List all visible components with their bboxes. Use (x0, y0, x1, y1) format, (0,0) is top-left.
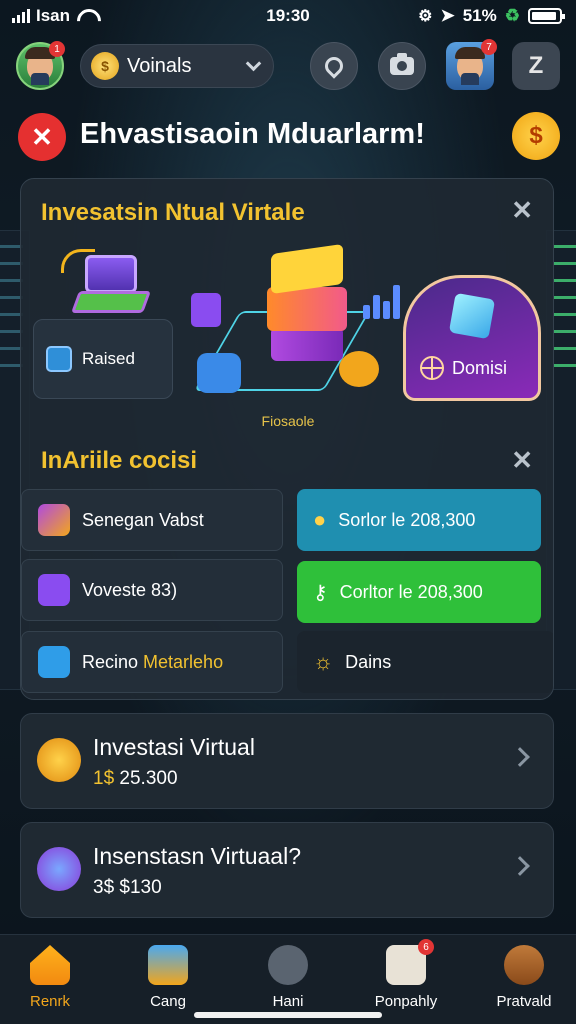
tab-label: Hani (272, 993, 304, 1010)
friend-notification-badge: 7 (481, 39, 497, 55)
sun-icon: ☼ (313, 649, 334, 674)
pencil-icon (38, 504, 70, 536)
close-button[interactable]: ✕ (18, 113, 66, 161)
action-recino[interactable]: Recino Metarleho (21, 631, 283, 693)
page-title: Ehvastisaoin Mduarlarm! (80, 118, 425, 150)
list-item-title: Investasi Virtual (93, 734, 255, 760)
tab-home[interactable]: Renrk (0, 945, 100, 1010)
dice-icon: 6 (386, 939, 434, 985)
profile-avatar[interactable]: 1 (16, 41, 65, 90)
location-button[interactable] (310, 42, 358, 90)
stacked-cube-icon (257, 243, 357, 369)
domain-tile[interactable]: Domisi (403, 275, 541, 401)
raised-label: Raised (82, 349, 135, 368)
close-x-icon: ✕ (31, 121, 53, 152)
frame-label: Fiosaole (261, 413, 315, 429)
action-label: Senegan Vabst (82, 509, 204, 530)
card-close-icon[interactable]: ✕ (511, 195, 533, 226)
raised-icon (46, 346, 72, 372)
raised-tile[interactable]: Raised (33, 319, 173, 399)
action-senegan[interactable]: Senegan Vabst (21, 489, 283, 551)
status-bar: Isan 19:30 ⚙ ➤ 51% ♻ (0, 0, 576, 34)
home-icon (30, 945, 70, 985)
server-block-icon (191, 293, 221, 327)
coins-icon: ● (313, 507, 327, 532)
action-label: Dains (345, 651, 392, 672)
list-item-title: Insenstasn Virtuaal? (93, 843, 301, 869)
tab-pratvald[interactable]: Pratvald (474, 945, 574, 1010)
battery-icon (528, 8, 565, 24)
tab-label: Pratvald (496, 993, 552, 1010)
avatar-face-icon (25, 47, 55, 85)
laptop-illustration-icon (70, 255, 152, 325)
worker-icon (148, 945, 188, 985)
character-icon (504, 945, 544, 985)
glass-cube-icon (448, 292, 496, 340)
list-item-value: 1$ 25.300 (93, 768, 178, 789)
action-corltor-button[interactable]: ⚷ Corltor le 208,300 (297, 561, 541, 623)
avatar-notification-badge: 1 (49, 41, 65, 57)
tab-label: Ponpahly (374, 993, 438, 1010)
section-title: InAriile cocisi (41, 447, 198, 474)
tab-label: Renrk (29, 993, 70, 1010)
action-label: Sorlor le 208,300 (338, 509, 476, 530)
camera-button[interactable] (378, 42, 426, 90)
charging-icon: ♻ (504, 6, 520, 25)
action-sorlor-button[interactable]: ● Sorlor le 208,300 (297, 489, 541, 551)
action-label: Corltor le 208,300 (339, 581, 483, 602)
action-label: Recino Metarleho (82, 651, 224, 672)
top-header: 1 $ Voinals 7 Z (0, 39, 576, 94)
domain-label: Domisi (452, 357, 508, 378)
card-title: Invesatsin Ntual Virtale (41, 199, 305, 226)
document-icon (38, 646, 70, 678)
bar-chart-icon (361, 279, 401, 319)
home-indicator[interactable] (194, 1012, 382, 1018)
investment-card: Invesatsin Ntual Virtale ✕ Raised Fiosao… (20, 178, 554, 700)
list-item-investasi[interactable]: Investasi Virtual 1$ 25.300 (20, 713, 554, 809)
coin-icon: $ (91, 52, 119, 80)
list-item-insenstasn[interactable]: Insenstasn Virtuaal? 3$ $130 (20, 822, 554, 918)
action-label: Voveste 83) (82, 579, 178, 600)
storage-block-icon (197, 353, 241, 393)
planet-icon (37, 847, 81, 891)
chevron-down-icon (245, 55, 262, 71)
chevron-right-icon (510, 747, 530, 767)
chart-line-icon (38, 574, 70, 606)
list-item-value: 3$ $130 (93, 877, 162, 898)
friend-avatar-button[interactable]: 7 (446, 39, 497, 90)
battery-percent: 51% (462, 6, 497, 25)
section-close-icon[interactable]: ✕ (511, 445, 533, 476)
friend-avatar-icon (455, 47, 485, 85)
location-arrow-icon: ➤ (440, 6, 455, 25)
globe-icon (420, 356, 444, 380)
leaf-coin-icon (37, 738, 81, 782)
tab-badge: 6 (418, 939, 434, 955)
tab-ponpahly[interactable]: 6 Ponpahly (356, 939, 456, 1010)
tab-hani[interactable]: Hani (238, 945, 338, 1010)
chevron-right-icon (510, 856, 530, 876)
map-pin-icon (321, 53, 347, 79)
account-selector-label: Voinals (127, 54, 192, 77)
tab-label: Cang (150, 993, 186, 1010)
z-menu-button[interactable]: Z (512, 42, 560, 90)
tab-cang[interactable]: Cang (118, 945, 218, 1010)
search-magnifier-icon (268, 945, 308, 985)
currency-button[interactable]: $ (512, 112, 560, 160)
settings-gear-icon: ⚙ (418, 8, 433, 25)
account-selector[interactable]: $ Voinals (80, 44, 274, 88)
hero-illustration: Raised Fiosaole Domisi (21, 239, 553, 439)
bottom-navigation: Renrk Cang Hani 6 Ponpahly Pratvald (0, 934, 576, 1024)
camera-icon (390, 53, 414, 75)
action-voveste[interactable]: Voveste 83) (21, 559, 283, 621)
key-icon: ⚷ (313, 581, 328, 604)
action-dains[interactable]: ☼ Dains (297, 631, 553, 693)
